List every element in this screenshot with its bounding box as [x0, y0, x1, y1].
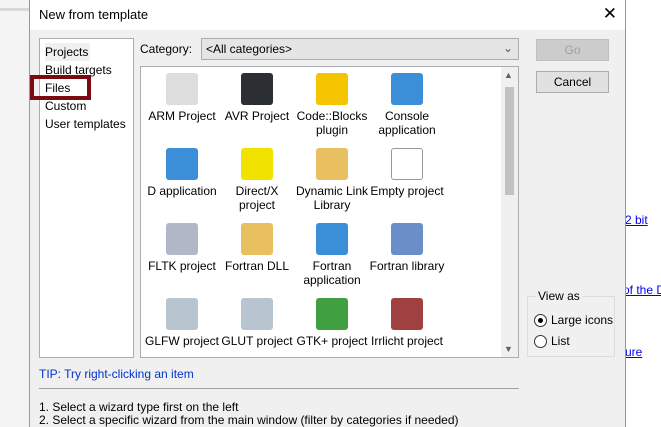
radio-large-icons[interactable]: Large icons	[534, 313, 613, 327]
tip-text: TIP: Try right-clicking an item	[39, 367, 194, 381]
background-link[interactable]: of the D	[623, 283, 661, 297]
d-app-icon	[166, 148, 198, 180]
template-item[interactable]: GLFW project	[144, 298, 220, 348]
template-label: GLUT project	[221, 334, 293, 348]
background-page: 2 bit of the D ure	[623, 0, 661, 427]
template-label: Fortran application	[303, 259, 361, 287]
template-item[interactable]: FLTK project	[144, 223, 220, 273]
template-item[interactable]: Direct/X project	[219, 148, 295, 212]
dll-icon	[316, 148, 348, 180]
glut-icon	[241, 298, 273, 330]
scrollbar-thumb[interactable]	[505, 87, 514, 195]
template-label: Dynamic Link Library	[295, 184, 369, 212]
radio-list[interactable]: List	[534, 334, 570, 348]
new-from-template-dialog: New from template ✕ Projects Build targe…	[29, 0, 626, 427]
radio-label: Large icons	[551, 313, 614, 327]
blank-file-icon	[391, 148, 423, 180]
close-icon[interactable]: ✕	[603, 4, 617, 24]
template-label: GTK+ project	[296, 334, 368, 348]
template-item[interactable]: ARM Project	[144, 73, 220, 123]
avr-chip-icon	[241, 73, 273, 105]
template-grid: Irrlicht project GTK+ project GLUT project…	[140, 66, 519, 358]
dll-icon	[241, 223, 273, 255]
template-item[interactable]: Fortran DLL	[219, 223, 295, 273]
radio-button[interactable]	[534, 334, 547, 348]
radio-button[interactable]	[534, 313, 547, 327]
category-value: <All categories>	[206, 42, 293, 56]
instruction-line: 1. Select a wizard type first on the lef…	[39, 400, 239, 414]
category-dropdown[interactable]: <All categories> ⌄	[201, 38, 519, 60]
highlight-box	[30, 75, 91, 100]
template-item[interactable]: Code::Blocks plugin	[294, 73, 370, 137]
view-as-label: View as	[536, 289, 582, 303]
puzzle-icon	[316, 73, 348, 105]
gtk-icon	[316, 298, 348, 330]
template-label: Irrlicht project	[370, 334, 444, 348]
template-label: ARM Project	[148, 109, 216, 123]
radio-label: List	[551, 334, 570, 348]
cancel-button[interactable]: Cancel	[536, 71, 609, 93]
template-label: Fortran library	[369, 259, 445, 273]
template-label: Code::Blocks plugin	[296, 109, 368, 137]
background-window	[0, 0, 30, 427]
template-item[interactable]: Dynamic Link Library	[294, 148, 370, 212]
console-icon	[391, 73, 423, 105]
background-link[interactable]: 2 bit	[625, 213, 648, 227]
template-item[interactable]: Fortran application	[294, 223, 370, 287]
divider	[39, 388, 519, 389]
template-item[interactable]: GTK+ project	[294, 298, 370, 348]
lib-icon	[391, 223, 423, 255]
template-label: D application	[147, 184, 217, 198]
scroll-down-icon[interactable]: ▼	[504, 344, 513, 354]
template-label: FLTK project	[148, 259, 216, 273]
instruction-line: 2. Select a specific wizard from the mai…	[39, 413, 459, 427]
template-label: Fortran DLL	[224, 259, 290, 273]
fltk-icon	[166, 223, 198, 255]
glfw-icon	[166, 298, 198, 330]
scroll-up-icon[interactable]: ▲	[504, 70, 513, 80]
template-item[interactable]: GLUT project	[219, 298, 295, 348]
template-label: Empty project	[370, 184, 444, 198]
directx-icon	[241, 148, 273, 180]
vertical-scrollbar[interactable]: ▲ ▼	[501, 67, 518, 357]
list-item-projects[interactable]: Projects	[45, 43, 91, 61]
fortran-app-icon	[316, 223, 348, 255]
gnu-icon	[166, 73, 198, 105]
template-item[interactable]: Fortran library	[369, 223, 445, 273]
title-bar: New from template ✕	[30, 0, 625, 30]
template-item[interactable]: D application	[144, 148, 220, 198]
template-label: AVR Project	[224, 109, 290, 123]
background-link[interactable]: ure	[625, 345, 642, 359]
irrlicht-icon	[391, 298, 423, 330]
template-item[interactable]: Irrlicht project	[369, 298, 445, 348]
list-item-user-templates[interactable]: User templates	[45, 115, 126, 133]
category-label: Category:	[140, 42, 193, 56]
dialog-title: New from template	[39, 7, 149, 22]
template-label: GLFW project	[144, 334, 219, 348]
view-as-group: View as Large icons List	[527, 289, 615, 357]
template-label: Direct/X project	[235, 184, 279, 212]
template-item[interactable]: AVR Project	[219, 73, 295, 123]
chevron-down-icon: ⌄	[502, 41, 513, 55]
template-item[interactable]: Console application	[369, 73, 445, 137]
template-item[interactable]: Empty project	[369, 148, 445, 198]
template-label: Console application	[378, 109, 436, 137]
go-button[interactable]: Go	[536, 39, 609, 61]
